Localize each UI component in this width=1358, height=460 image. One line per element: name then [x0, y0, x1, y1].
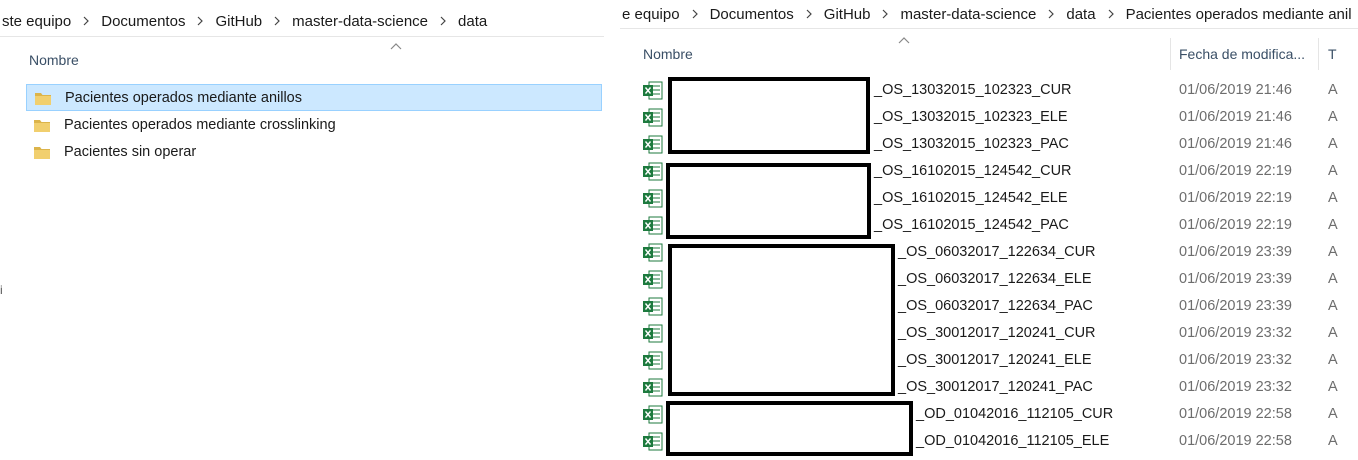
- file-date-modified: 01/06/2019 22:58: [1179, 406, 1292, 422]
- file-type: A: [1328, 244, 1338, 260]
- breadcrumb-item-current-folder[interactable]: Pacientes operados mediante anil: [1124, 6, 1354, 23]
- folder-icon: [34, 145, 50, 159]
- excel-file-icon: [643, 189, 663, 208]
- file-date-modified: 01/06/2019 22:19: [1179, 163, 1292, 179]
- left-explorer-window: ste equipo Documentos GitHub master-data…: [0, 0, 604, 460]
- file-type: A: [1328, 190, 1338, 206]
- breadcrumb: ste equipo Documentos GitHub master-data…: [0, 6, 604, 37]
- file-name: _OS_13032015_102323_ELE: [874, 109, 1068, 125]
- file-type: A: [1328, 352, 1338, 368]
- window-gap: [604, 0, 620, 460]
- file-type: A: [1328, 325, 1338, 341]
- file-type: A: [1328, 109, 1338, 125]
- file-name: _OD_01042016_112105_CUR: [916, 406, 1114, 422]
- file-date-modified: 01/06/2019 21:46: [1179, 109, 1292, 125]
- file-type: A: [1328, 217, 1338, 233]
- folder-name: Pacientes sin operar: [64, 143, 197, 160]
- chevron-right-icon[interactable]: [187, 16, 213, 26]
- excel-file-icon: [643, 81, 663, 100]
- folder-name: Pacientes operados mediante anillos: [65, 89, 302, 106]
- excel-file-icon: [643, 351, 663, 370]
- excel-file-icon: [643, 108, 663, 127]
- redaction-box: [668, 77, 870, 154]
- folder-row[interactable]: Pacientes operados mediante crosslinking: [26, 111, 602, 138]
- file-date-modified: 01/06/2019 22:19: [1179, 217, 1292, 233]
- file-name: _OS_06032017_122634_PAC: [898, 298, 1093, 314]
- file-name: _OS_16102015_124542_ELE: [874, 190, 1068, 206]
- column-divider[interactable]: [1318, 38, 1319, 70]
- file-date-modified: 01/06/2019 23:39: [1179, 244, 1292, 260]
- breadcrumb-item-master-data-science[interactable]: master-data-science: [898, 6, 1038, 23]
- breadcrumb-item-data[interactable]: data: [1064, 6, 1097, 23]
- file-name: _OS_30012017_120241_PAC: [898, 379, 1093, 395]
- file-date-modified: 01/06/2019 23:32: [1179, 352, 1292, 368]
- breadcrumb-item-this-pc[interactable]: ste equipo: [0, 13, 73, 30]
- chevron-right-icon[interactable]: [264, 16, 290, 26]
- chevron-right-icon[interactable]: [796, 9, 822, 19]
- excel-file-icon: [643, 270, 663, 289]
- breadcrumb-item-data[interactable]: data: [456, 13, 489, 30]
- file-name: _OS_13032015_102323_PAC: [874, 136, 1069, 152]
- file-name: _OS_30012017_120241_CUR: [898, 325, 1096, 341]
- file-date-modified: 01/06/2019 21:46: [1179, 82, 1292, 98]
- chevron-right-icon[interactable]: [1038, 9, 1064, 19]
- redaction-box: [666, 163, 871, 239]
- excel-file-icon: [643, 243, 663, 262]
- column-divider[interactable]: [1170, 38, 1171, 70]
- file-date-modified: 01/06/2019 23:32: [1179, 325, 1292, 341]
- file-name: _OS_30012017_120241_ELE: [898, 352, 1092, 368]
- breadcrumb-item-master-data-science[interactable]: master-data-science: [290, 13, 430, 30]
- excel-file-icon: [643, 297, 663, 316]
- chevron-right-icon[interactable]: [430, 16, 456, 26]
- redaction-box: [668, 244, 895, 396]
- file-name: _OS_16102015_124542_CUR: [874, 163, 1072, 179]
- file-type: A: [1328, 271, 1338, 287]
- file-type: A: [1328, 82, 1338, 98]
- breadcrumb-item-documentos[interactable]: Documentos: [99, 13, 187, 30]
- folder-icon: [35, 91, 51, 105]
- excel-file-icon: [643, 405, 663, 424]
- file-name: _OD_01042016_112105_ELE: [916, 433, 1110, 449]
- excel-file-icon: [643, 162, 663, 181]
- file-date-modified: 01/06/2019 23:39: [1179, 298, 1292, 314]
- file-type: A: [1328, 163, 1338, 179]
- breadcrumb-item-github[interactable]: GitHub: [213, 13, 264, 30]
- file-date-modified: 01/06/2019 21:46: [1179, 136, 1292, 152]
- breadcrumb-item-documentos[interactable]: Documentos: [708, 6, 796, 23]
- file-type: A: [1328, 433, 1338, 449]
- excel-file-icon: [643, 135, 663, 154]
- file-type: A: [1328, 136, 1338, 152]
- sort-up-icon: [898, 36, 910, 44]
- excel-file-icon: [643, 378, 663, 397]
- breadcrumb-item-github[interactable]: GitHub: [822, 6, 873, 23]
- chevron-right-icon[interactable]: [872, 9, 898, 19]
- folder-icon: [34, 118, 50, 132]
- folder-name: Pacientes operados mediante crosslinking: [64, 116, 336, 133]
- excel-file-icon: [643, 324, 663, 343]
- truncated-nav-text: i: [0, 283, 3, 297]
- right-explorer-window: e equipo Documentos GitHub master-data-s…: [620, 0, 1358, 460]
- folder-row[interactable]: Pacientes sin operar: [26, 138, 602, 165]
- file-name: _OS_13032015_102323_CUR: [874, 82, 1072, 98]
- chevron-right-icon[interactable]: [682, 9, 708, 19]
- chevron-right-icon[interactable]: [1098, 9, 1124, 19]
- breadcrumb-item-this-pc[interactable]: e equipo: [620, 6, 682, 23]
- file-type: A: [1328, 406, 1338, 422]
- file-date-modified: 01/06/2019 23:39: [1179, 271, 1292, 287]
- folder-row[interactable]: Pacientes operados mediante anillos: [26, 84, 602, 111]
- file-type: A: [1328, 298, 1338, 314]
- redaction-box: [666, 401, 913, 456]
- excel-file-icon: [643, 216, 663, 235]
- excel-file-icon: [643, 432, 663, 451]
- chevron-right-icon[interactable]: [73, 16, 99, 26]
- breadcrumb: e equipo Documentos GitHub master-data-s…: [620, 0, 1358, 29]
- file-type: A: [1328, 379, 1338, 395]
- sort-up-icon: [390, 42, 402, 50]
- file-name: _OS_06032017_122634_ELE: [898, 271, 1092, 287]
- file-date-modified: 01/06/2019 22:19: [1179, 190, 1292, 206]
- file-name: _OS_16102015_124542_PAC: [874, 217, 1069, 233]
- file-name: _OS_06032017_122634_CUR: [898, 244, 1096, 260]
- file-date-modified: 01/06/2019 23:32: [1179, 379, 1292, 395]
- file-date-modified: 01/06/2019 22:58: [1179, 433, 1292, 449]
